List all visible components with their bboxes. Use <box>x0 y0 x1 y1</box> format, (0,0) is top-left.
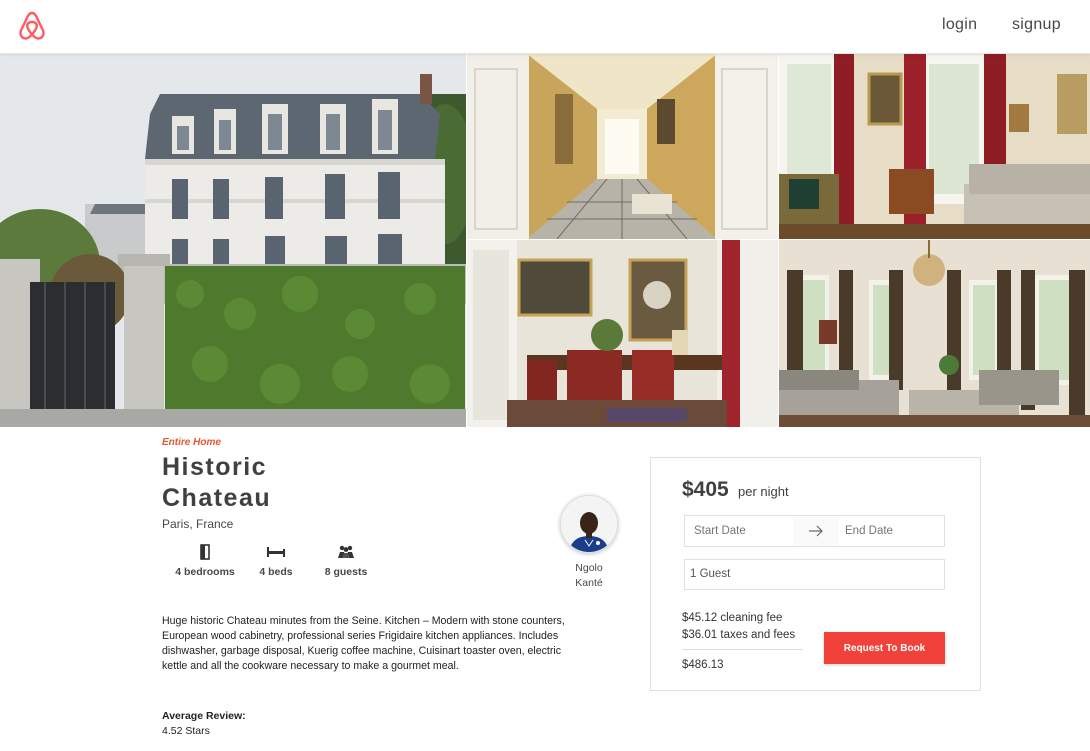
request-to-book-button[interactable]: Request To Book <box>824 632 945 664</box>
arrow-right-icon <box>809 525 823 537</box>
bed-icon <box>252 543 300 561</box>
listing-title: Historic Chateau <box>162 452 362 514</box>
door-icon <box>172 543 238 561</box>
nightly-price: $405 <box>682 478 729 501</box>
end-date-input[interactable] <box>845 516 940 546</box>
average-review-label: Average Review: <box>162 710 246 722</box>
signup-link[interactable]: signup <box>1012 16 1061 34</box>
host-name-last: Kanté <box>575 577 603 589</box>
host-avatar[interactable] <box>560 495 618 553</box>
dining-room-photo[interactable] <box>467 240 778 427</box>
cleaning-fee: $45.12 cleaning fee <box>682 612 783 624</box>
total-price: $486.13 <box>682 659 724 671</box>
host-name-first: Ngolo <box>575 562 603 574</box>
guests-select[interactable]: 1 Guest <box>684 559 945 590</box>
salon-photo[interactable] <box>779 54 1090 239</box>
airbnb-logo-icon[interactable] <box>16 10 48 42</box>
photo-gallery <box>0 54 1090 427</box>
login-link[interactable]: login <box>942 16 977 34</box>
title-line-2: Chateau <box>162 484 272 512</box>
hallway-photo[interactable] <box>467 54 778 239</box>
guests-icon <box>318 543 374 561</box>
listing-location: Paris, France <box>162 517 234 531</box>
listing-type-label: Entire Home <box>162 437 221 448</box>
living-room-photo[interactable] <box>779 240 1090 427</box>
start-date-input[interactable] <box>694 516 794 546</box>
fee-divider <box>682 649 803 650</box>
bedrooms-label: 4 bedrooms <box>175 566 235 578</box>
per-night-label: per night <box>738 484 789 499</box>
average-review-value: 4.52 Stars <box>162 725 210 737</box>
amenity-bedrooms: 4 bedrooms <box>172 543 238 578</box>
amenity-beds: 4 beds <box>252 543 300 578</box>
amenity-guests: 8 guests <box>318 543 374 578</box>
host-name: Ngolo Kanté <box>558 561 620 591</box>
guests-label: 8 guests <box>324 566 368 578</box>
date-range-picker <box>684 515 945 547</box>
beds-label: 4 beds <box>259 566 293 578</box>
title-line-1: Historic <box>162 453 268 481</box>
listing-description: Huge historic Chateau minutes from the S… <box>162 615 565 672</box>
top-nav-bar: login signup <box>0 0 1090 54</box>
host-profile[interactable]: Ngolo Kanté <box>558 495 620 591</box>
booking-card: $405 per night 1 Guest $45.12 cleaning f… <box>650 457 981 691</box>
taxes-fees: $36.01 taxes and fees <box>682 629 796 641</box>
chateau-exterior-photo[interactable] <box>0 54 466 427</box>
